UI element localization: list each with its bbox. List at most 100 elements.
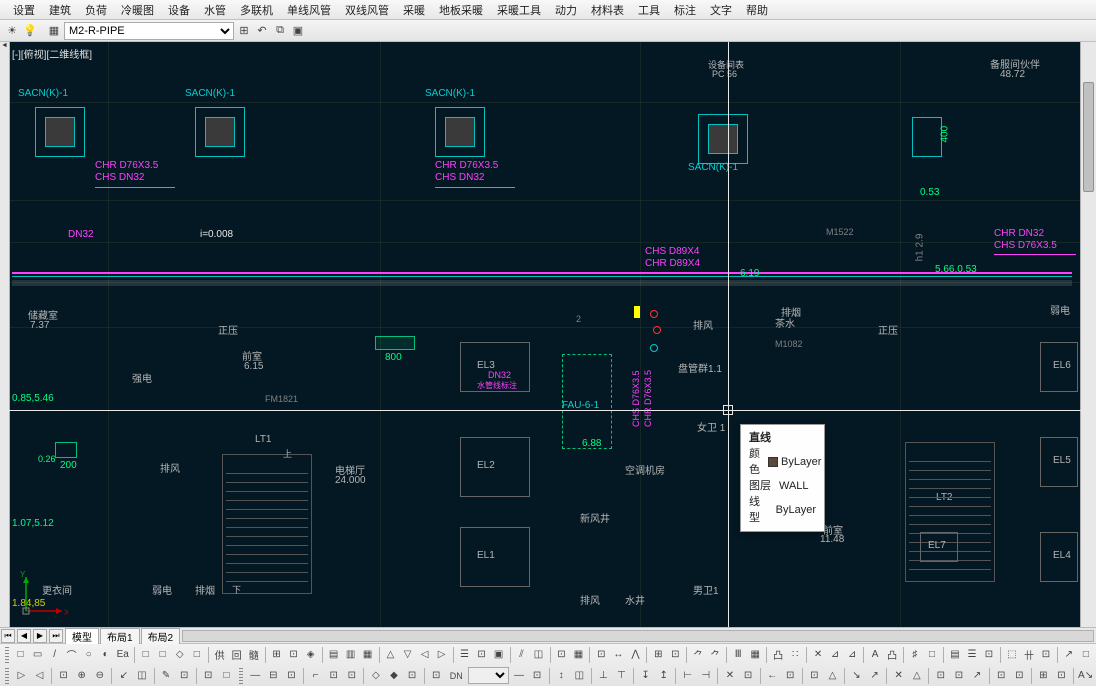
menu-heat-tools[interactable]: 采暖工具 — [490, 2, 548, 18]
menu-hvac[interactable]: 冷暖图 — [114, 2, 161, 18]
lightbulb-icon[interactable]: 💡 — [22, 23, 38, 39]
grip-icon[interactable] — [5, 668, 9, 684]
tool-button[interactable]: — — [247, 667, 264, 685]
tool-button[interactable]: ⊡ — [593, 646, 609, 664]
tool-button[interactable]: □ — [138, 646, 154, 664]
tool-button[interactable]: ⊡ — [1053, 667, 1070, 685]
tool-button[interactable]: 凸 — [884, 646, 900, 664]
tool-button[interactable]: ⊿ — [844, 646, 860, 664]
tool-button[interactable]: ↘ — [848, 667, 865, 685]
tool-button[interactable]: ⊡ — [993, 667, 1010, 685]
dn-label[interactable]: DN — [446, 667, 467, 685]
tool-button[interactable]: ◫ — [571, 667, 588, 685]
tool-button[interactable]: ▦ — [570, 646, 586, 664]
tab-layout2[interactable]: 布局2 — [141, 628, 181, 644]
tool-button[interactable]: □ — [155, 646, 171, 664]
tool-button[interactable]: ⊡ — [782, 667, 799, 685]
tool-button[interactable]: ⊡ — [950, 667, 967, 685]
tool-button[interactable]: ▦ — [360, 646, 376, 664]
tool-button[interactable]: ⊡ — [1011, 667, 1028, 685]
tool-button[interactable]: 回 — [229, 646, 245, 664]
menu-double-duct[interactable]: 双线风管 — [338, 2, 396, 18]
tool-button[interactable]: ⊞ — [269, 646, 285, 664]
drawing-canvas[interactable]: ◄ [-][俯视][二维线框] SACN(K)-1 SACN(K)-1 SACN… — [0, 42, 1096, 627]
sun-icon[interactable]: ☀ — [4, 23, 20, 39]
tool-button[interactable]: ▤ — [947, 646, 963, 664]
menu-settings[interactable]: 设置 — [6, 2, 42, 18]
tool-button[interactable]: ⊿ — [827, 646, 843, 664]
tool-button[interactable]: ✕ — [810, 646, 826, 664]
tool-button[interactable]: □ — [924, 646, 940, 664]
tool-button[interactable]: / — [47, 646, 63, 664]
tool-button[interactable]: ⊡ — [553, 646, 569, 664]
horizontal-scrollbar[interactable] — [182, 630, 1094, 642]
menu-help[interactable]: 帮助 — [739, 2, 775, 18]
tool-button[interactable]: ⊣ — [697, 667, 714, 685]
tool-button[interactable]: ▤ — [326, 646, 342, 664]
tool-button[interactable]: ◁ — [31, 667, 48, 685]
tool-button[interactable]: ⊡ — [343, 667, 360, 685]
tool-button[interactable]: ♯ — [907, 646, 923, 664]
tool-button[interactable]: ◈ — [303, 646, 319, 664]
menu-tools[interactable]: 工具 — [631, 2, 667, 18]
tool-button[interactable]: ⊥ — [595, 667, 612, 685]
tool-button[interactable]: ☰ — [964, 646, 980, 664]
tool-button[interactable]: △ — [908, 667, 925, 685]
tool-button[interactable]: ⊡ — [55, 667, 72, 685]
tool-button[interactable]: ◆ — [385, 667, 402, 685]
menu-text[interactable]: 文字 — [703, 2, 739, 18]
tool-button[interactable]: ▭ — [30, 646, 46, 664]
tool-button[interactable]: ⊡ — [932, 667, 949, 685]
tool-button[interactable]: ⊞ — [1035, 667, 1052, 685]
tool-button[interactable]: ⊡ — [1038, 646, 1054, 664]
menu-power[interactable]: 动力 — [548, 2, 584, 18]
tool-button[interactable]: — — [510, 667, 527, 685]
tool-button[interactable]: ✕ — [890, 667, 907, 685]
tool-button[interactable]: ○ — [81, 646, 97, 664]
tool-button[interactable]: ▽ — [400, 646, 416, 664]
tool-button[interactable]: ⊡ — [806, 667, 823, 685]
tool-button[interactable]: ✎ — [157, 667, 174, 685]
tool-button[interactable]: ⊕ — [73, 667, 90, 685]
tool-button[interactable]: ◇ — [172, 646, 188, 664]
tool-button[interactable]: ↥ — [655, 667, 672, 685]
tool-button[interactable]: □ — [1078, 646, 1094, 664]
menu-annot[interactable]: 标注 — [667, 2, 703, 18]
tool-button[interactable]: ↧ — [637, 667, 654, 685]
tool-button[interactable]: ⫽ — [513, 646, 529, 664]
tool-button[interactable]: ⊡ — [428, 667, 445, 685]
tab-first-icon[interactable]: ⏮ — [1, 629, 15, 643]
tool-button[interactable]: 髓 — [246, 646, 262, 664]
layer-prev-icon[interactable]: ↶ — [254, 23, 270, 39]
tool-button[interactable]: Ⅲ — [730, 646, 746, 664]
tool-button[interactable]: ↙ — [115, 667, 132, 685]
tool-button[interactable]: A↘ — [1077, 667, 1094, 685]
tool-button[interactable]: ↔ — [610, 646, 626, 664]
tool-button[interactable]: ⊖ — [91, 667, 108, 685]
layer-off-icon[interactable]: ▣ — [290, 23, 306, 39]
menu-heating[interactable]: 采暖 — [396, 2, 432, 18]
tool-button[interactable]: ⊡ — [667, 646, 683, 664]
tool-button[interactable]: ◫ — [133, 667, 150, 685]
tool-button[interactable]: ⋀ — [627, 646, 643, 664]
tool-button[interactable]: ↗ — [866, 667, 883, 685]
tool-button[interactable]: 卄 — [1021, 646, 1037, 664]
tool-button[interactable]: ⊡ — [325, 667, 342, 685]
tool-button[interactable]: ↗ — [1061, 646, 1077, 664]
tool-button[interactable]: ⊢ — [679, 667, 696, 685]
grip-icon[interactable] — [239, 668, 243, 684]
layer-select[interactable]: M2-R-PIPE — [64, 22, 234, 40]
menu-bom[interactable]: 材料表 — [584, 2, 631, 18]
tool-button[interactable]: Ea — [115, 646, 131, 664]
tool-button[interactable]: ⊡ — [529, 667, 546, 685]
tool-button[interactable]: □ — [13, 646, 29, 664]
tool-button[interactable]: ⊡ — [283, 667, 300, 685]
tool-button[interactable]: ⊤ — [613, 667, 630, 685]
tab-model[interactable]: 模型 — [65, 628, 99, 644]
tab-layout1[interactable]: 布局1 — [100, 628, 140, 644]
tool-button[interactable]: ⊞ — [650, 646, 666, 664]
tool-button[interactable]: ▦ — [747, 646, 763, 664]
tool-button[interactable]: ⌒ — [64, 646, 80, 664]
menu-equip[interactable]: 设备 — [161, 2, 197, 18]
menu-floor-heat[interactable]: 地板采暖 — [432, 2, 490, 18]
